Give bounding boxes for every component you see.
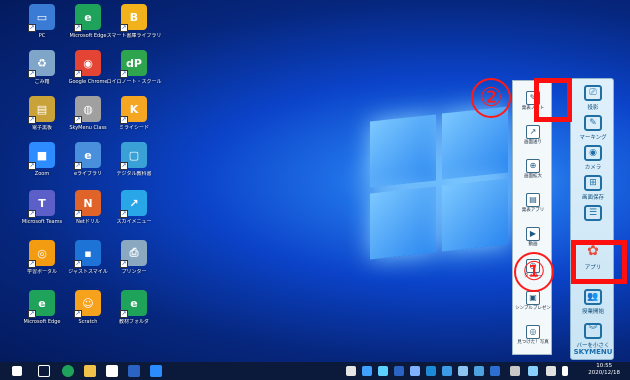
skymenu-main-item-icon: 👥 [584,289,602,305]
tray-icon-10[interactable] [490,366,500,376]
skymenu-main-item-label: 画面保存 [581,195,604,201]
skymenu-sub-item[interactable]: ▤ 発表アプリ [518,193,548,213]
tray-icon-4[interactable] [394,366,404,376]
skymenu-brand: SKYMENU [573,348,613,356]
tray-icon-11[interactable] [510,366,520,376]
store-icon[interactable] [106,365,118,377]
app-taskbar-icon[interactable] [150,365,162,377]
skymenu-main-item-icon: ⊞ [584,175,602,191]
skymenu-sub-item-icon: ⊕ [526,159,540,173]
desktop-shortcut-label: ロイロノート・スクール [106,79,162,85]
skymenu-sub-item-label: 動画 [528,242,538,247]
ime-icon[interactable] [562,366,568,376]
desktop-shortcut[interactable]: ▢ ↗ デジタル教科書 [104,142,164,192]
windows-logo-wallpaper [370,106,510,260]
desktop-shortcut-label: プリンター [121,269,147,275]
start-button-icon[interactable] [12,366,22,376]
skymenu-main-item-label: 授業開始 [581,309,604,315]
skymenu-main-item-icon: ⎚ [584,85,602,101]
skymenu-main-item-label: マーキング [579,135,607,141]
tray-icon-8[interactable] [458,366,468,376]
skymenu-sub-item[interactable]: ▶ 動画 [518,227,548,247]
desktop-shortcut[interactable]: B ↗ スマート書庫ライブラリ [104,4,164,54]
skymenu-sub-item-icon: ▤ [526,193,540,207]
skymenu-sub-item-icon: ◎ [526,325,540,339]
desktop-shortcut-label: スカイメニュー [116,219,152,225]
desktop-shortcut[interactable]: ↗ ↗ スカイメニュー [104,190,164,240]
skymenu-sub-item[interactable]: ◎ 見つけた！写真 [517,325,549,345]
tray-icon-6[interactable] [426,366,436,376]
skymenu-sub-item-label: 画面送り [524,140,542,145]
skymenu-main-bar: SKYMENU ⎚ 投影 ✎ マーキング ◉ カメラ ⊞ 画面保存 ☰ ✿ アプリ 👥 授業開始 ︾ バーを… [570,78,614,360]
skymenu-main-item[interactable]: ⎚ 投影 [574,85,612,111]
tray-icon-5[interactable] [410,366,420,376]
skymenu-main-item-icon: ◉ [584,145,602,161]
highlight-app-button [571,240,627,284]
taskbar: 10:55 2020/12/18 [0,362,630,380]
tray-icon-2[interactable] [362,366,372,376]
skymenu-main-item[interactable]: 👥 授業開始 [574,289,612,315]
desktop-shortcut[interactable]: dP ↗ ロイロノート・スクール [104,50,164,100]
skymenu-main-item[interactable]: ✎ マーキング [574,115,612,141]
skymenu-main-item-label: 投影 [587,105,599,111]
skymenu-sub-item-icon: ↗ [526,125,540,139]
skymenu-sub-item[interactable]: ↗ 画面送り [518,125,548,145]
mail-icon[interactable] [128,365,140,377]
clock-time: 10:55 [596,363,613,369]
skymenu-sub-item-icon: ▶ [526,227,540,241]
task-view-icon[interactable] [38,365,50,377]
skymenu-main-item-icon: ︾ [584,323,602,339]
step-2-marker: ② [471,78,511,118]
desktop-shortcut[interactable]: K ↗ ミライシード [104,96,164,146]
taskbar-clock[interactable]: 10:55 2020/12/18 [588,363,620,377]
skymenu-sub-item[interactable]: ⊕ 画面拡大 [518,159,548,179]
desktop-shortcut-label: ミライシード [118,125,149,131]
skymenu-main-item-icon: ✎ [584,115,602,131]
tray-icon-9[interactable] [474,366,484,376]
skymenu-main-item-icon: ☰ [584,205,602,221]
skymenu-main-item[interactable]: ☰ [574,205,612,223]
skymenu-main-item[interactable]: ⊞ 画面保存 [574,175,612,201]
skymenu-main-item-label: バーを小さく [576,343,610,349]
step-1-marker: ① [514,252,554,292]
tray-icon-3[interactable] [378,366,388,376]
network-icon[interactable] [546,366,556,376]
skymenu-sub-item-label: シンプルプレゼン [515,306,551,311]
clock-date: 2020/12/18 [588,370,620,376]
desktop-shortcut-label: デジタル教科書 [116,171,152,177]
skymenu-sub-item-icon: ▣ [526,291,540,305]
tray-icon-12[interactable] [528,366,538,376]
skymenu-main-item[interactable]: ︾ バーを小さく [574,323,612,349]
skymenu-sub-item-label: 画面拡大 [524,174,542,179]
desktop-shortcut-label: スマート書庫ライブラリ [106,33,162,39]
skymenu-sub-item[interactable]: ▣ シンプルプレゼン [515,291,551,311]
desktop-shortcut-label: 教材フォルダ [118,319,149,325]
tray-icon-1[interactable] [346,366,356,376]
edge-taskbar-icon[interactable] [62,365,74,377]
skymenu-sub-item-label: 発表アプリ [521,208,545,213]
skymenu-main-item[interactable]: ◉ カメラ [574,145,612,171]
desktop-shortcut[interactable]: ⎙ ↗ プリンター [104,240,164,290]
tray-icon-7[interactable] [442,366,452,376]
file-explorer-icon[interactable] [84,365,96,377]
skymenu-main-item-label: カメラ [584,165,602,171]
highlight-hatsupyo-note [534,78,572,122]
skymenu-sub-item-label: 見つけた！写真 [517,340,549,345]
desktop-shortcut[interactable]: e ↗ 教材フォルダ [104,290,164,340]
